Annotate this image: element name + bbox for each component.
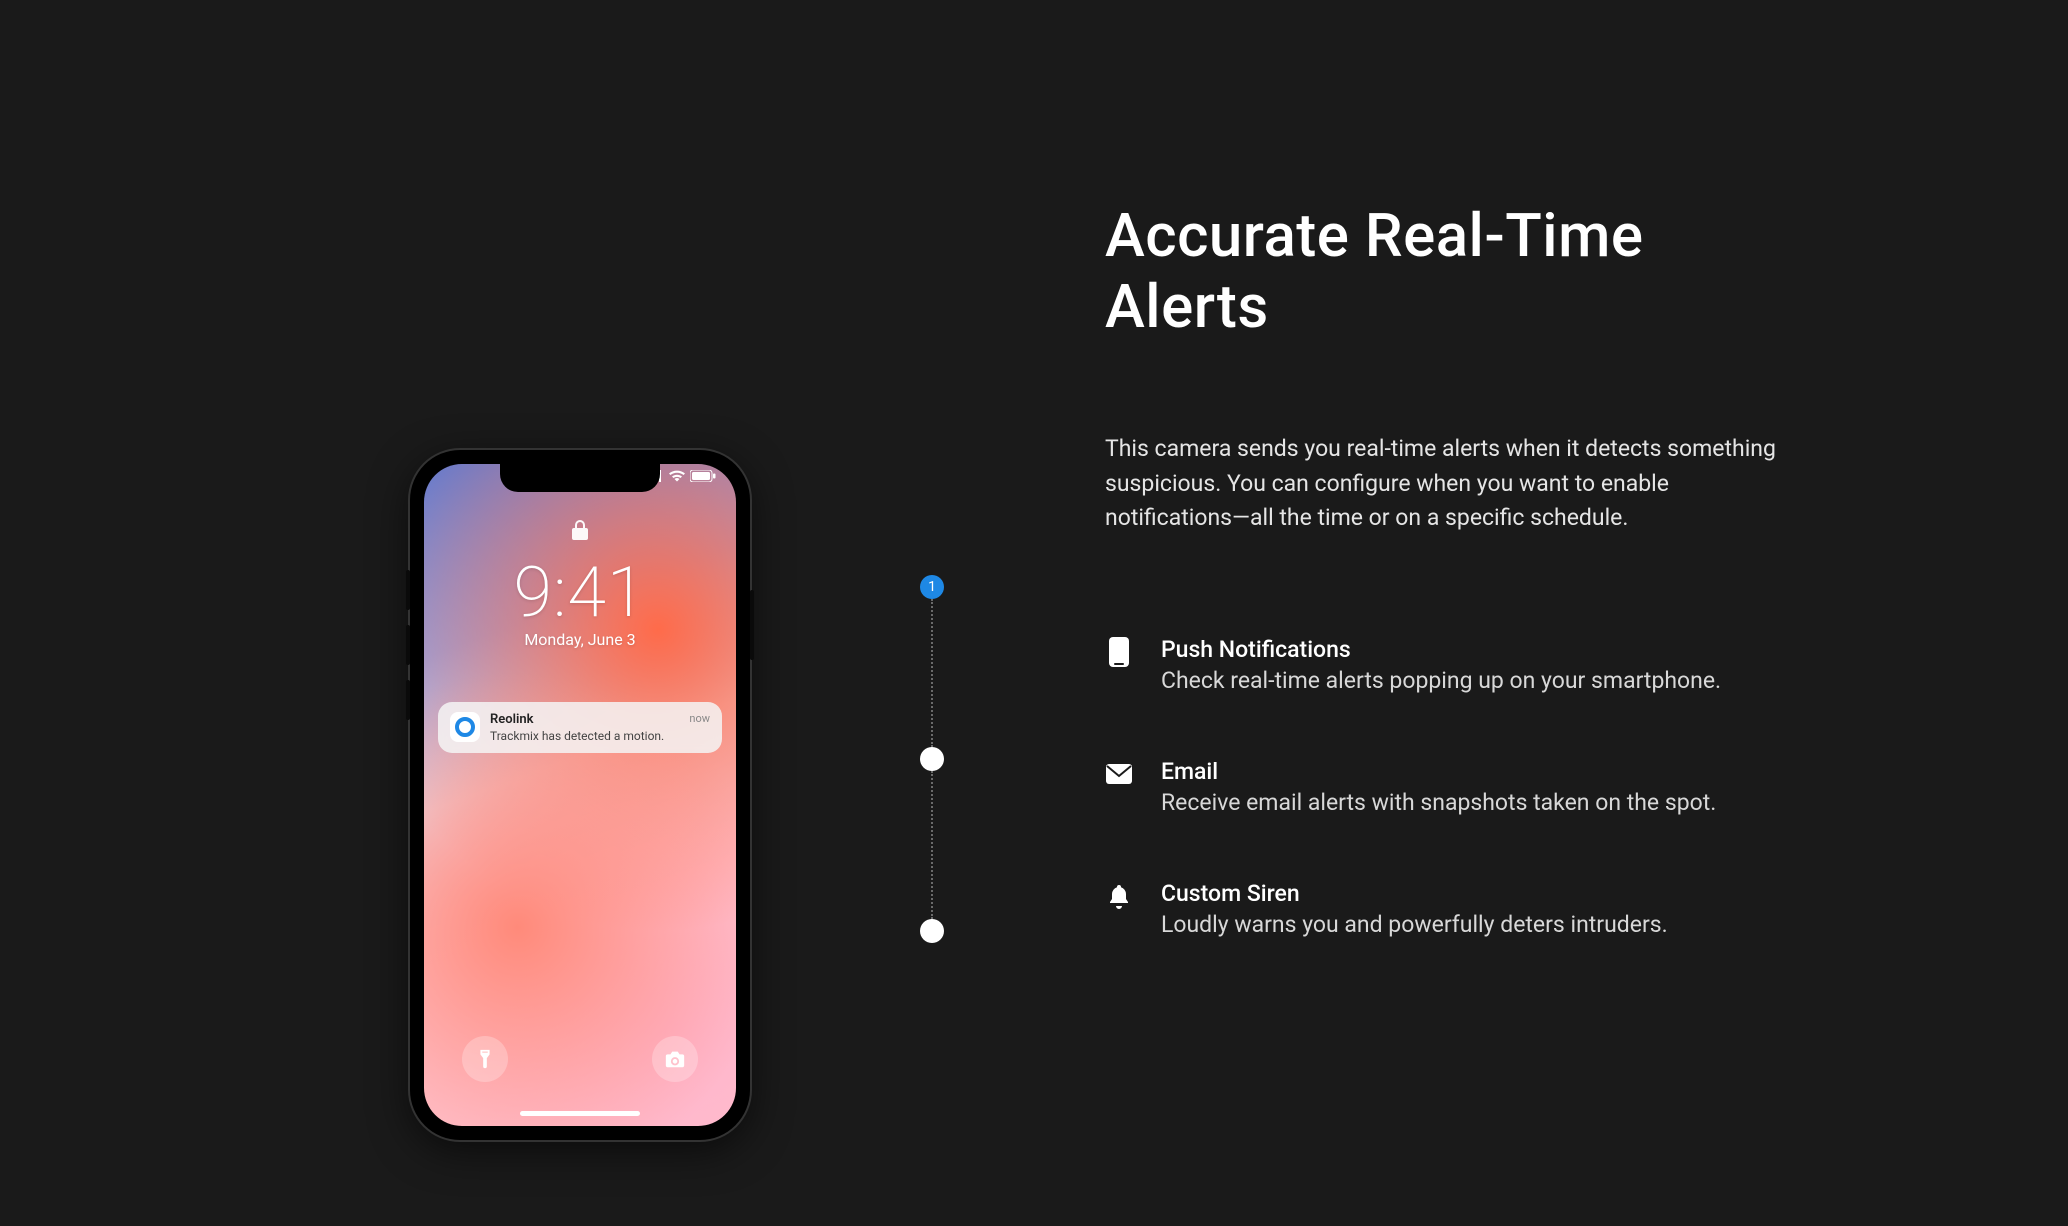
notification-card[interactable]: Reolink Trackmix has detected a motion. … — [438, 702, 722, 753]
phone-mockup: 9:41 Monday, June 3 Reolink Trackmix has… — [410, 450, 750, 1140]
feature-list: Push Notifications Check real-time alert… — [1105, 636, 1805, 938]
notification-app-icon — [450, 712, 480, 742]
lock-screen: 9:41 Monday, June 3 — [424, 520, 736, 649]
feature-desc: Receive email alerts with snapshots take… — [1161, 789, 1716, 816]
camera-button[interactable] — [652, 1036, 698, 1082]
wifi-icon — [668, 470, 686, 482]
lock-icon — [424, 520, 736, 544]
feature-title: Custom Siren — [1161, 880, 1668, 907]
step-dot-1[interactable]: 1 — [920, 575, 944, 599]
feature-custom-siren: Custom Siren Loudly warns you and powerf… — [1105, 880, 1805, 938]
content-column: Accurate Real-Time Alerts This camera se… — [1105, 200, 1805, 938]
step-indicator: 1 — [920, 575, 944, 943]
feature-title: Push Notifications — [1161, 636, 1721, 663]
feature-email: Email Receive email alerts with snapshot… — [1105, 758, 1805, 816]
flashlight-button[interactable] — [462, 1036, 508, 1082]
step-dot-2[interactable] — [920, 747, 944, 771]
home-indicator[interactable] — [520, 1111, 640, 1116]
phone-notch — [500, 464, 660, 492]
step-connector — [931, 771, 933, 919]
feature-desc: Check real-time alerts popping up on you… — [1161, 667, 1721, 694]
phone-icon — [1105, 638, 1133, 666]
step-dot-3[interactable] — [920, 919, 944, 943]
bell-icon — [1105, 882, 1133, 910]
lockscreen-time: 9:41 — [424, 552, 736, 634]
feature-title: Email — [1161, 758, 1716, 785]
notification-time: now — [689, 712, 710, 725]
mail-icon — [1105, 760, 1133, 788]
lockscreen-date: Monday, June 3 — [424, 630, 736, 649]
battery-icon — [690, 470, 716, 482]
notification-app-name: Reolink — [490, 712, 679, 727]
phone-screen: 9:41 Monday, June 3 Reolink Trackmix has… — [424, 464, 736, 1126]
feature-push-notifications: Push Notifications Check real-time alert… — [1105, 636, 1805, 694]
feature-desc: Loudly warns you and powerfully deters i… — [1161, 911, 1668, 938]
section-description: This camera sends you real-time alerts w… — [1105, 432, 1785, 536]
section-heading: Accurate Real-Time Alerts — [1105, 200, 1805, 342]
step-connector — [931, 599, 933, 747]
lockscreen-quick-actions — [424, 1036, 736, 1082]
notification-message: Trackmix has detected a motion. — [490, 729, 679, 743]
